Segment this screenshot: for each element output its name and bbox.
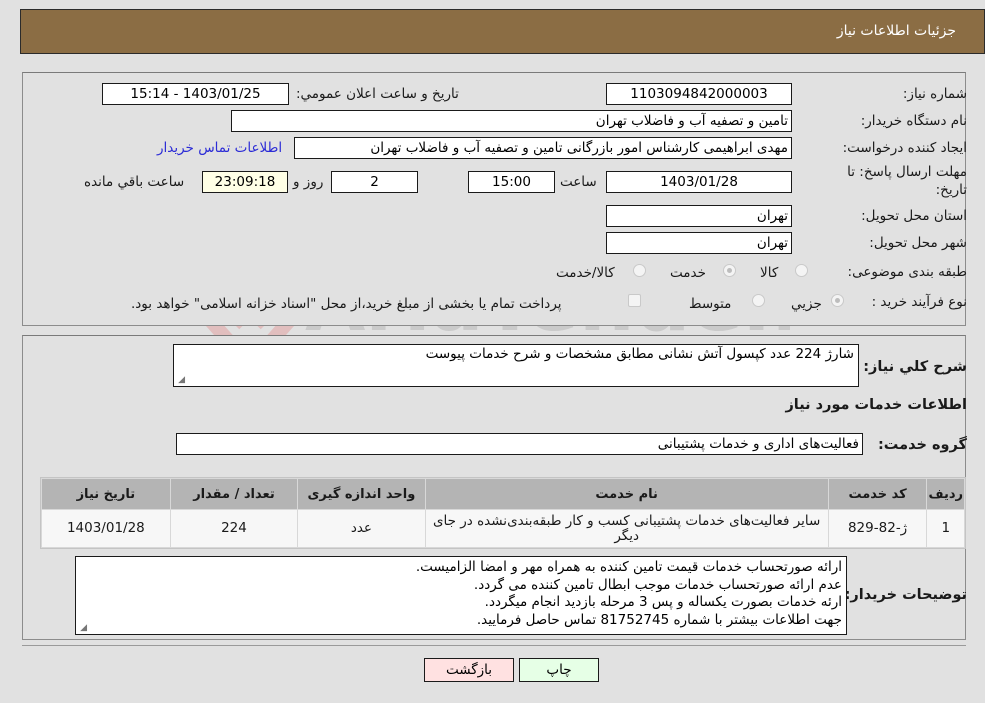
buyer-note-line: ارئه خدمات بصورت يکساله و پس 3 مرحله باز…	[484, 594, 842, 610]
treasury-checkbox[interactable]	[628, 294, 641, 307]
category-radio-goods-service[interactable]	[633, 264, 646, 277]
page-title: جزئيات اطلاعات نياز	[836, 23, 956, 39]
purchase-option-medium: متوسط	[689, 296, 732, 312]
announce-datetime-field: 1403/01/25 - 15:14	[102, 83, 289, 105]
print-button[interactable]: چاپ	[519, 658, 599, 682]
category-radio-service[interactable]	[723, 264, 736, 277]
cell-quantity: 224	[170, 510, 298, 547]
cell-name: ساير فعاليت‌های خدمات پشتيبانی کسب و کار…	[425, 510, 828, 547]
category-option-goods-service: کالا/خدمت	[556, 265, 615, 281]
col-header-date: تاريخ نياز	[42, 479, 170, 509]
category-option-goods: کالا	[760, 265, 779, 281]
cell-index: 1	[927, 510, 964, 547]
col-header-name: نام خدمت	[425, 479, 828, 509]
buyer-notes-label: توضيحات خريدار:	[844, 587, 967, 603]
buyer-org-label: نام دستگاه خريدار:	[860, 113, 967, 129]
col-header-code: کد خدمت	[828, 479, 927, 509]
purchase-option-minor: جزيي	[791, 296, 822, 312]
buyer-contact-link[interactable]: اطلاعات تماس خريدار	[157, 140, 282, 156]
treasury-note: پرداخت تمام يا بخشی از مبلغ خريد،از محل …	[131, 296, 562, 312]
cell-unit: عدد	[298, 510, 425, 547]
deadline-date-field: 1403/01/28	[606, 171, 792, 193]
service-group-label: گروه خدمت:	[877, 437, 967, 453]
services-section-title: اطلاعات خدمات مورد نياز	[785, 397, 967, 413]
col-header-index: رديف	[927, 479, 964, 509]
province-label: استان محل تحويل:	[861, 208, 967, 224]
deadline-time-label: ساعت	[560, 174, 597, 190]
description-label: شرح کلي نياز:	[863, 359, 967, 375]
service-group-field: فعاليت‌های اداری و خدمات پشتيبانی	[176, 433, 863, 455]
page-header: جزئيات اطلاعات نياز	[20, 9, 985, 54]
need-number-field: 1103094842000003	[606, 83, 792, 105]
footer-divider	[22, 645, 966, 646]
cell-date: 1403/01/28	[42, 510, 170, 547]
buyer-note-line: جهت اطلاعات بيشتر با شماره 81752745 تماس…	[476, 611, 842, 628]
province-field: تهران	[606, 205, 792, 227]
city-field: تهران	[606, 232, 792, 254]
remaining-time-field: 23:09:18	[202, 171, 288, 193]
purchase-type-label: نوع فرآيند خريد :	[871, 294, 967, 310]
remaining-time-label: ساعت باقي مانده	[84, 174, 185, 190]
resize-grip-icon[interactable]: ◢	[78, 624, 87, 633]
category-radio-goods[interactable]	[795, 264, 808, 277]
purchase-radio-minor[interactable]	[831, 294, 844, 307]
category-option-service: خدمت	[670, 265, 706, 281]
deadline-time-field: 15:00	[468, 171, 555, 193]
requester-label: ايجاد کننده درخواست:	[842, 140, 967, 156]
deadline-days-field: 2	[331, 171, 418, 193]
city-label: شهر محل تحويل:	[869, 235, 967, 251]
deadline-label: مهلت ارسال پاسخ: تا تاريخ:	[847, 164, 967, 198]
services-table: رديف کد خدمت نام خدمت واحد اندازه گيری ت…	[40, 477, 966, 549]
purchase-radio-medium[interactable]	[752, 294, 765, 307]
cell-code: ژ-82-829	[828, 510, 927, 547]
back-button[interactable]: بازگشت	[424, 658, 514, 682]
buyer-org-field: تامين و تصفيه آب و فاضلاب تهران	[231, 110, 792, 132]
buyer-note-line: ارائه صورتحساب خدمات قيمت تامين کننده به…	[415, 559, 842, 575]
days-label: روز و	[293, 174, 324, 190]
table-header-row: رديف کد خدمت نام خدمت واحد اندازه گيری ت…	[42, 479, 964, 509]
col-header-quantity: تعداد / مقدار	[170, 479, 298, 509]
buyer-note-line: عدم ارائه صورتحساب خدمات موجب ابطال تامي…	[473, 576, 842, 593]
table-row: 1 ژ-82-829 ساير فعاليت‌های خدمات پشتيبان…	[42, 510, 964, 547]
requester-field: مهدی ابراهیمی کارشناس امور بازرگانی تامي…	[294, 137, 792, 159]
buyer-notes-textarea[interactable]: ارائه صورتحساب خدمات قيمت تامين کننده به…	[75, 556, 847, 635]
description-textarea[interactable]: شارژ 224 عدد کپسول آتش نشانی مطابق مشخصا…	[173, 344, 859, 387]
need-number-label: شماره نياز:	[902, 86, 967, 102]
category-label: طبقه بندی موضوعی:	[847, 264, 967, 280]
resize-grip-icon[interactable]: ◢	[176, 376, 185, 385]
col-header-unit: واحد اندازه گيری	[298, 479, 425, 509]
announce-datetime-label: تاريخ و ساعت اعلان عمومي:	[296, 86, 459, 102]
description-text: شارژ 224 عدد کپسول آتش نشانی مطابق مشخصا…	[425, 346, 854, 362]
